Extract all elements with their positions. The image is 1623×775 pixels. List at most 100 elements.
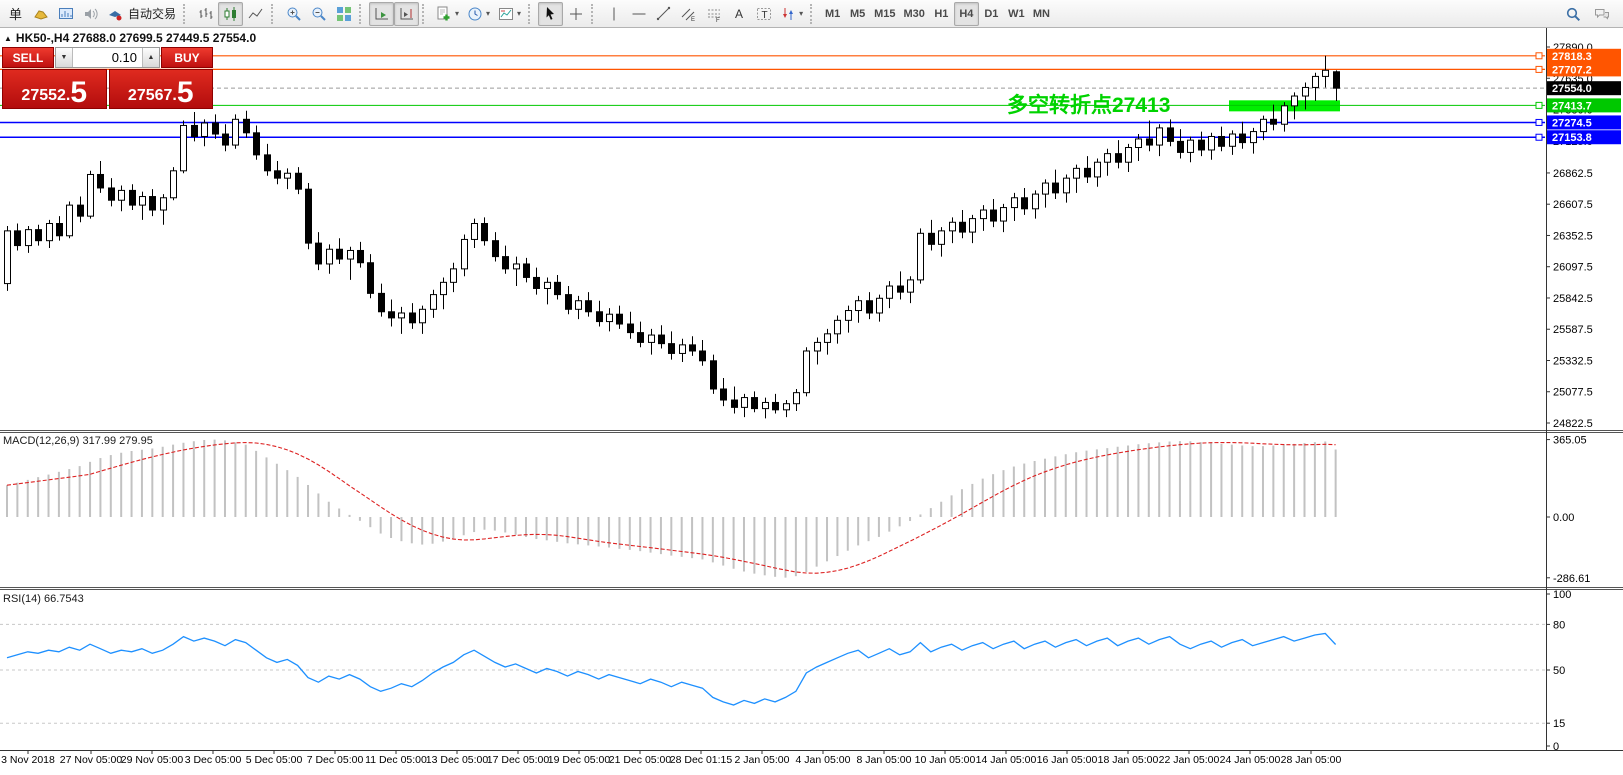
dropdown-caret-icon[interactable]: ▾ xyxy=(455,9,459,18)
svg-text:25332.5: 25332.5 xyxy=(1553,355,1593,367)
svg-text:100: 100 xyxy=(1553,589,1571,601)
trendline-button[interactable] xyxy=(651,2,676,26)
one-click-trading-panel: SELL ▼ 0.10 ▲ BUY 27552.5 27567.5 xyxy=(2,47,213,109)
timeframe-m5-button[interactable]: M5 xyxy=(845,2,870,26)
indicators-button[interactable]: ▾ xyxy=(432,2,463,26)
rsi-line xyxy=(7,634,1336,706)
text-label-icon: T xyxy=(756,6,772,22)
svg-text:29 Nov 05:00: 29 Nov 05:00 xyxy=(121,754,184,766)
equidistant-channel-button[interactable]: E xyxy=(676,2,701,26)
candlestick-chart-button[interactable] xyxy=(218,2,243,26)
volume-up-button[interactable]: ▲ xyxy=(142,48,159,67)
svg-text:7 Dec 05:00: 7 Dec 05:00 xyxy=(307,754,364,766)
svg-text:18 Jan 05:00: 18 Jan 05:00 xyxy=(1098,754,1159,766)
auto-scroll-button[interactable] xyxy=(369,2,394,26)
tile-windows-icon xyxy=(336,6,352,22)
timeframe-h4-button-label: H4 xyxy=(959,8,973,20)
volume-input[interactable]: 0.10 xyxy=(73,48,142,67)
cursor-icon xyxy=(543,6,559,22)
chart-window-button[interactable] xyxy=(53,2,78,26)
toolbar-right-group xyxy=(1560,2,1620,26)
volume-down-button[interactable]: ▼ xyxy=(56,48,73,67)
fibonacci-icon: F xyxy=(706,6,722,22)
volume-control: ▼ 0.10 ▲ xyxy=(55,47,160,68)
zoom-out-icon xyxy=(311,6,327,22)
search-button[interactable] xyxy=(1560,2,1585,26)
svg-text:17 Dec 05:00: 17 Dec 05:00 xyxy=(487,754,550,766)
svg-text:50: 50 xyxy=(1553,665,1565,677)
ask-price-main: 27567 xyxy=(128,88,173,104)
svg-text:27153.8: 27153.8 xyxy=(1552,132,1592,144)
ask-price-tile[interactable]: 27567.5 xyxy=(109,69,214,109)
timeframe-d1-button[interactable]: D1 xyxy=(979,2,1004,26)
svg-text:26607.5: 26607.5 xyxy=(1553,199,1593,211)
arrows-button[interactable]: ▾ xyxy=(776,2,807,26)
tile-windows-button[interactable] xyxy=(331,2,356,26)
sell-button[interactable]: SELL xyxy=(2,47,54,68)
svg-text:27 Nov 05:00: 27 Nov 05:00 xyxy=(60,754,123,766)
cursor-button[interactable] xyxy=(538,2,563,26)
svg-text:28 Dec 01:15: 28 Dec 01:15 xyxy=(670,754,733,766)
svg-text:0.00: 0.00 xyxy=(1553,512,1574,524)
dropdown-caret-icon[interactable]: ▾ xyxy=(486,9,490,18)
zoom-in-icon xyxy=(286,6,302,22)
svg-text:3 Nov 2018: 3 Nov 2018 xyxy=(1,754,55,766)
text-label-button[interactable]: T xyxy=(751,2,776,26)
dropdown-caret-icon[interactable]: ▾ xyxy=(517,9,521,18)
svg-text:21 Dec 05:00: 21 Dec 05:00 xyxy=(609,754,672,766)
svg-text:365.05: 365.05 xyxy=(1553,435,1587,447)
timeframe-w1-button[interactable]: W1 xyxy=(1004,2,1029,26)
chart-shift-button[interactable] xyxy=(394,2,419,26)
timeframe-m1-button[interactable]: M1 xyxy=(820,2,845,26)
svg-text:80: 80 xyxy=(1553,619,1565,631)
line-chart-button[interactable] xyxy=(243,2,268,26)
svg-text:A: A xyxy=(735,7,743,21)
gold-icon xyxy=(33,6,49,22)
chat-button[interactable] xyxy=(1589,2,1614,26)
timeframe-mn-button[interactable]: MN xyxy=(1029,2,1054,26)
timeframe-m15-button[interactable]: M15 xyxy=(870,2,899,26)
gold-button[interactable] xyxy=(28,2,53,26)
autotrading-button[interactable]: 自动交易 xyxy=(103,2,180,26)
zoom-out-button[interactable] xyxy=(306,2,331,26)
horizontal-line-button[interactable] xyxy=(626,2,651,26)
vertical-line-button[interactable] xyxy=(601,2,626,26)
svg-text:25842.5: 25842.5 xyxy=(1553,293,1593,305)
timeframe-h1-button[interactable]: H1 xyxy=(929,2,954,26)
bar-chart-button[interactable] xyxy=(193,2,218,26)
svg-text:24822.5: 24822.5 xyxy=(1553,418,1593,430)
timeframe-h4-button[interactable]: H4 xyxy=(954,2,979,26)
zoom-in-button[interactable] xyxy=(281,2,306,26)
chart-area[interactable]: 27890.027635.027380.027125.026862.526607… xyxy=(0,0,1623,775)
fibonacci-button[interactable]: F xyxy=(701,2,726,26)
trading-platform-window: 单 自动交易 ▾ ▾ ▾ EFAT ▾ M1M5 M15 M30 H1 H4 D1W1MN 27890.… xyxy=(0,0,1623,775)
price-axis-markers: 27818.327707.227554.027413.727274.527153… xyxy=(1547,49,1621,144)
svg-text:27554.0: 27554.0 xyxy=(1552,83,1592,95)
bid-price-tile[interactable]: 27552.5 xyxy=(2,69,107,109)
timeframe-m30-button[interactable]: M30 xyxy=(899,2,928,26)
buy-button[interactable]: BUY xyxy=(161,47,213,68)
new-order-partial-button[interactable]: 单 xyxy=(3,2,28,26)
timeframe-m15-button-label: M15 xyxy=(874,8,895,20)
bar-chart-icon xyxy=(198,6,214,22)
svg-text:0: 0 xyxy=(1553,741,1559,753)
broadcast-button[interactable] xyxy=(78,2,103,26)
svg-text:14 Jan 05:00: 14 Jan 05:00 xyxy=(976,754,1037,766)
annotation-text[interactable]: 多空转折点27413 xyxy=(1007,89,1170,119)
templates-button[interactable]: ▾ xyxy=(494,2,525,26)
macd-histogram xyxy=(7,440,1336,578)
chart-shift-icon xyxy=(399,6,415,22)
crosshair-button[interactable] xyxy=(563,2,588,26)
timeframe-m30-button-label: M30 xyxy=(903,8,924,20)
arrows-icon xyxy=(780,6,796,22)
text-button[interactable]: A xyxy=(726,2,751,26)
crosshair-icon xyxy=(568,6,584,22)
vertical-line-icon xyxy=(606,6,622,22)
horizontal-price-lines[interactable] xyxy=(0,53,1545,140)
periods-button[interactable]: ▾ xyxy=(463,2,494,26)
svg-text:11 Dec 05:00: 11 Dec 05:00 xyxy=(365,754,427,766)
timeframe-h1-button-label: H1 xyxy=(934,8,948,20)
svg-text:27818.3: 27818.3 xyxy=(1552,51,1592,63)
dropdown-caret-icon[interactable]: ▾ xyxy=(799,9,803,18)
svg-text:28 Jan 05:00: 28 Jan 05:00 xyxy=(1281,754,1342,766)
